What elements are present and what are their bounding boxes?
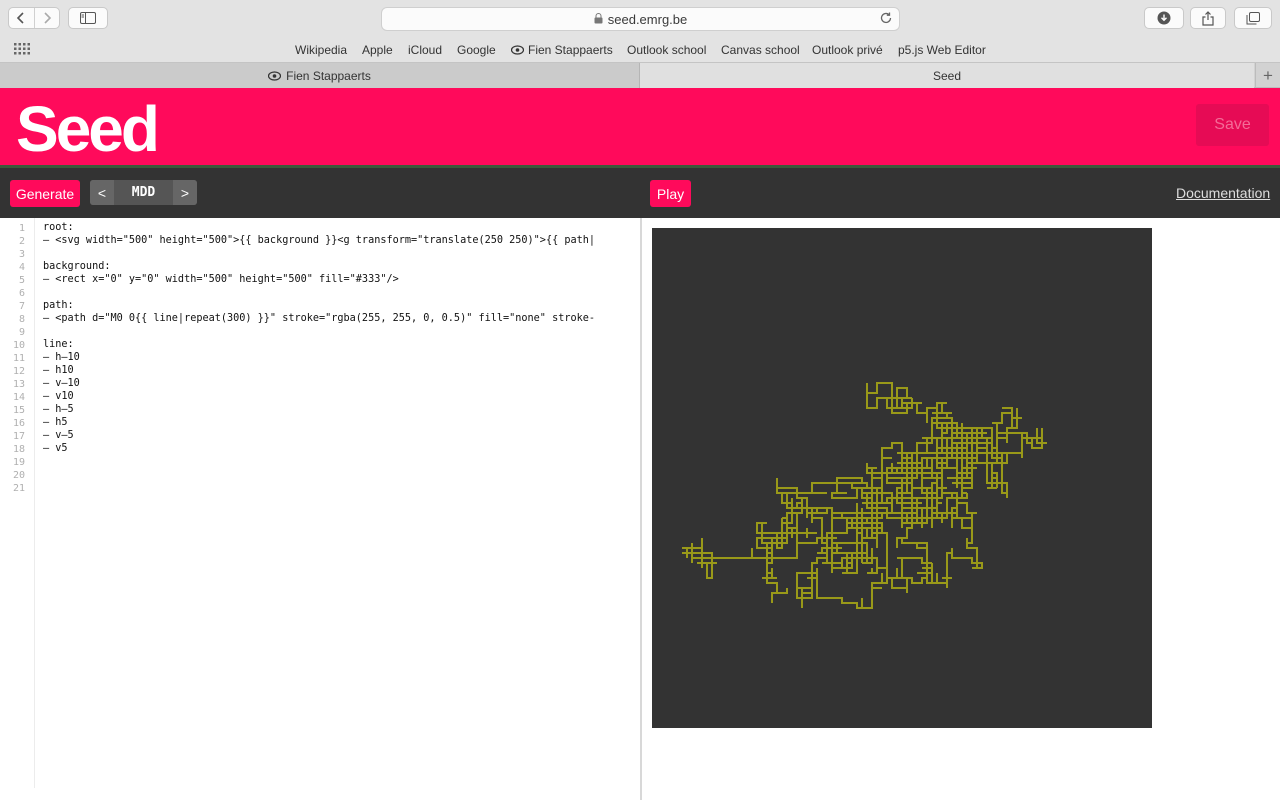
bookmark-label: Fien Stappaerts: [528, 43, 613, 57]
line-number: 4: [18, 262, 25, 273]
line-number: 17: [12, 431, 25, 442]
line-number: 7: [18, 301, 25, 312]
tab-seed[interactable]: Seed: [640, 63, 1254, 88]
code-line: – <rect x="0" y="0" width="500" height="…: [43, 274, 399, 285]
grid-icon[interactable]: [14, 43, 30, 58]
code-line: – h10: [43, 365, 74, 376]
sidebar-toggle-icon[interactable]: [68, 7, 108, 29]
code-line: – v–10: [43, 378, 80, 389]
new-tab-plus-icon[interactable]: +: [1255, 63, 1280, 88]
generate-button[interactable]: Generate: [10, 180, 80, 207]
tabs-overview-icon[interactable]: [1234, 7, 1272, 29]
bookmark-fien-stappaerts[interactable]: Fien Stappaerts: [511, 43, 613, 57]
save-button[interactable]: Save: [1196, 104, 1269, 146]
seed-selector: < MDD >: [90, 180, 197, 205]
code-line: – v–5: [43, 430, 74, 441]
preview-svg: [682, 382, 1047, 609]
bookmark-canvas-school[interactable]: Canvas school: [721, 43, 800, 57]
seed-code[interactable]: MDD: [114, 180, 173, 205]
line-number: 5: [18, 275, 25, 286]
url-text: seed.emrg.be: [607, 11, 688, 27]
bookmark-icloud[interactable]: iCloud: [408, 43, 442, 57]
tab-fien-stappaerts[interactable]: Fien Stappaerts: [0, 63, 640, 88]
bookmark-outlook-school[interactable]: Outlook school: [627, 43, 706, 57]
code-line: – h–5: [43, 404, 74, 415]
code-line: root:: [43, 222, 74, 233]
line-number: 1: [18, 223, 25, 234]
address-bar[interactable]: seed.emrg.be: [381, 7, 900, 31]
lock-icon: [594, 12, 603, 27]
line-number: 21: [12, 483, 25, 494]
code-line: path:: [43, 300, 74, 311]
line-number-gutter: 1 2 3 4 5 6 7 8 9 10 11 12 13 14 15 16 17 18 19 20 21: [0, 218, 35, 788]
reload-icon[interactable]: [879, 11, 893, 28]
code-line: – h–10: [43, 352, 80, 363]
bookmark-p5js-editor[interactable]: p5.js Web Editor: [898, 43, 986, 57]
code-line: – v10: [43, 391, 74, 402]
preview-canvas: [652, 228, 1152, 728]
code-line: – h5: [43, 417, 68, 428]
line-number: 10: [12, 340, 25, 351]
app-header: Seed Save: [0, 88, 1280, 165]
code-line: – v5: [43, 443, 68, 454]
line-number: 18: [12, 444, 25, 455]
back-icon[interactable]: [9, 8, 34, 28]
bookmark-google[interactable]: Google: [457, 43, 496, 57]
line-number: 11: [12, 353, 25, 364]
line-number: 19: [12, 457, 25, 468]
bookmark-wikipedia[interactable]: Wikipedia: [295, 43, 347, 57]
documentation-link[interactable]: Documentation: [1176, 185, 1270, 201]
random-walk-path: [682, 382, 1047, 609]
line-number: 6: [18, 288, 25, 299]
play-button[interactable]: Play: [650, 180, 691, 207]
code-line: – <path d="M0 0{{ line|repeat(300) }}" s…: [43, 313, 596, 324]
eye-icon: [268, 70, 282, 81]
bookmark-outlook-prive[interactable]: Outlook privé: [812, 43, 883, 57]
line-number: 20: [12, 470, 25, 481]
tab-label: Fien Stappaerts: [286, 68, 371, 83]
line-number: 2: [18, 236, 25, 247]
prev-seed-button[interactable]: <: [90, 180, 114, 205]
nav-buttons: [8, 7, 60, 29]
line-number: 13: [12, 379, 25, 390]
bookmarks-bar: Wikipedia Apple iCloud Google Fien Stapp…: [0, 38, 1280, 62]
downloads-icon[interactable]: [1144, 7, 1184, 29]
line-number: 9: [18, 327, 25, 338]
browser-toolbar: seed.emrg.be: [0, 0, 1280, 38]
code-line: – <svg width="500" height="500">{{ backg…: [43, 235, 596, 246]
eye-icon: [511, 45, 524, 55]
tab-label: Seed: [932, 68, 962, 83]
line-number: 3: [18, 249, 25, 260]
panel-divider[interactable]: [640, 218, 642, 800]
app-toolbar: Generate < MDD > Play Documentation: [0, 168, 1280, 218]
line-number: 14: [12, 392, 25, 403]
line-number: 8: [18, 314, 25, 325]
forward-icon[interactable]: [33, 8, 60, 28]
share-icon[interactable]: [1190, 7, 1226, 29]
line-number: 12: [12, 366, 25, 377]
code-editor[interactable]: 1 2 3 4 5 6 7 8 9 10 11 12 13 14 15 16 17 18 19 20 21 root: –…: [0, 218, 640, 800]
line-number: 16: [12, 418, 25, 429]
code-line: line:: [43, 339, 74, 350]
code-line: background:: [43, 261, 111, 272]
next-seed-button[interactable]: >: [173, 180, 197, 205]
app-logo: Seed: [16, 93, 160, 165]
line-number: 15: [12, 405, 25, 416]
bookmark-apple[interactable]: Apple: [362, 43, 393, 57]
tab-bar: Fien Stappaerts Seed +: [0, 62, 1280, 88]
